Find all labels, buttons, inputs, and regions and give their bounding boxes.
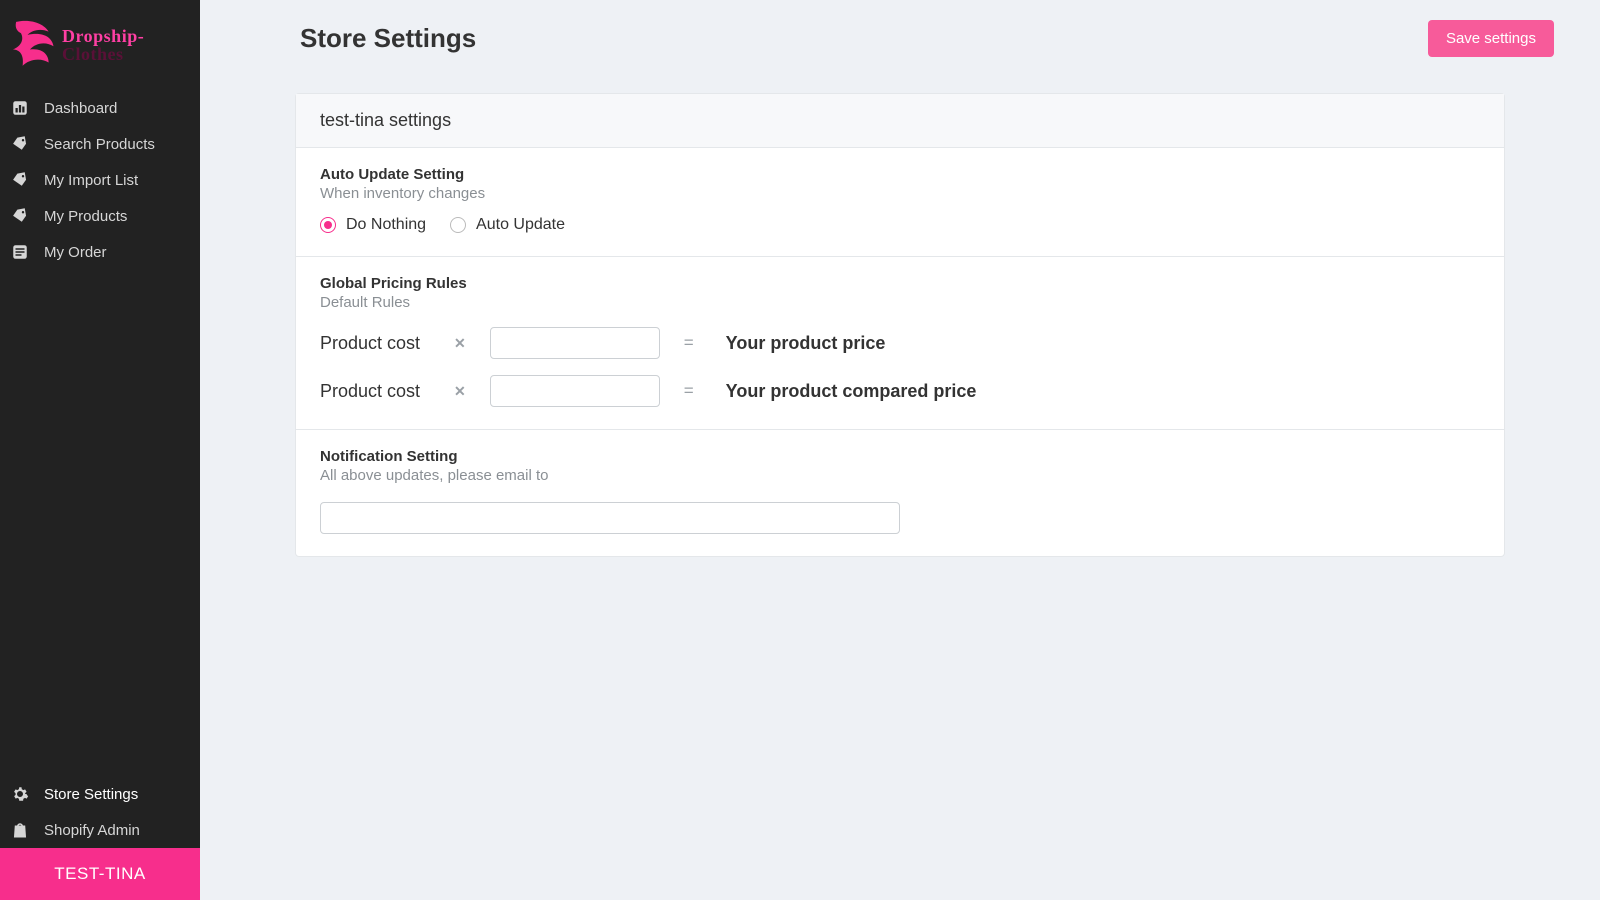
page-header: Store Settings Save settings <box>240 20 1560 57</box>
pricing-row-product-price: Product cost ✕ = Your product price <box>320 327 1480 359</box>
sidebar-item-my-products[interactable]: My Products <box>0 198 200 234</box>
section-subtitle: All above updates, please email to <box>320 467 1480 484</box>
main-content: Store Settings Save settings test-tina s… <box>200 0 1600 900</box>
list-icon <box>10 242 30 262</box>
sidebar-item-label: My Products <box>44 208 127 225</box>
sidebar-item-my-order[interactable]: My Order <box>0 234 200 270</box>
sidebar-nav-top: Dashboard Search Products My Import List… <box>0 90 200 270</box>
sidebar-nav-bottom: Store Settings Shopify Admin TEST-TINA <box>0 776 200 900</box>
multiplier-input-compared[interactable] <box>490 375 660 407</box>
settings-card: test-tina settings Auto Update Setting W… <box>295 93 1505 557</box>
card-header: test-tina settings <box>296 94 1504 148</box>
section-subtitle: Default Rules <box>320 294 1480 311</box>
brand-name: Dropship-Clothes <box>62 27 192 63</box>
section-notification: Notification Setting All above updates, … <box>296 430 1504 556</box>
sidebar-item-store-settings[interactable]: Store Settings <box>0 776 200 812</box>
radio-label: Auto Update <box>476 216 565 234</box>
tag-icon <box>10 206 30 226</box>
sidebar-item-label: My Order <box>44 244 107 261</box>
section-auto-update: Auto Update Setting When inventory chang… <box>296 148 1504 257</box>
radio-label: Do Nothing <box>346 216 426 234</box>
section-pricing: Global Pricing Rules Default Rules Produ… <box>296 257 1504 430</box>
section-title: Global Pricing Rules <box>320 275 1480 292</box>
pricing-label: Product cost <box>320 381 430 402</box>
section-subtitle: When inventory changes <box>320 185 1480 202</box>
brand-logo: Dropship-Clothes <box>0 0 200 90</box>
bar-chart-icon <box>10 98 30 118</box>
sidebar-item-import-list[interactable]: My Import List <box>0 162 200 198</box>
radio-dot-icon <box>450 217 466 233</box>
pricing-label: Product cost <box>320 333 430 354</box>
sidebar-item-label: Search Products <box>44 136 155 153</box>
page-title: Store Settings <box>300 23 476 54</box>
pricing-row-compared-price: Product cost ✕ = Your product compared p… <box>320 375 1480 407</box>
sidebar-item-label: Store Settings <box>44 786 138 803</box>
multiply-icon: ✕ <box>454 383 466 400</box>
multiply-icon: ✕ <box>454 335 466 352</box>
section-title: Notification Setting <box>320 448 1480 465</box>
equals-icon: = <box>684 333 694 353</box>
gear-icon <box>10 784 30 804</box>
tag-icon <box>10 170 30 190</box>
brand-mark-icon <box>8 15 60 76</box>
section-title: Auto Update Setting <box>320 166 1480 183</box>
save-settings-button[interactable]: Save settings <box>1428 20 1554 57</box>
sidebar-item-dashboard[interactable]: Dashboard <box>0 90 200 126</box>
radio-do-nothing[interactable]: Do Nothing <box>320 216 426 234</box>
radio-auto-update[interactable]: Auto Update <box>450 216 565 234</box>
sidebar-item-label: Shopify Admin <box>44 822 140 839</box>
sidebar-item-shopify-admin[interactable]: Shopify Admin <box>0 812 200 848</box>
equals-icon: = <box>684 381 694 401</box>
sidebar-item-search-products[interactable]: Search Products <box>0 126 200 162</box>
pricing-result-label: Your product compared price <box>726 381 977 402</box>
radio-dot-icon <box>320 217 336 233</box>
store-badge[interactable]: TEST-TINA <box>0 848 200 900</box>
pricing-result-label: Your product price <box>726 333 886 354</box>
sidebar-item-label: Dashboard <box>44 100 117 117</box>
notification-email-input[interactable] <box>320 502 900 534</box>
sidebar: Dropship-Clothes Dashboard Search Produc… <box>0 0 200 900</box>
sidebar-item-label: My Import List <box>44 172 138 189</box>
multiplier-input-price[interactable] <box>490 327 660 359</box>
tag-icon <box>10 134 30 154</box>
bag-icon <box>10 820 30 840</box>
